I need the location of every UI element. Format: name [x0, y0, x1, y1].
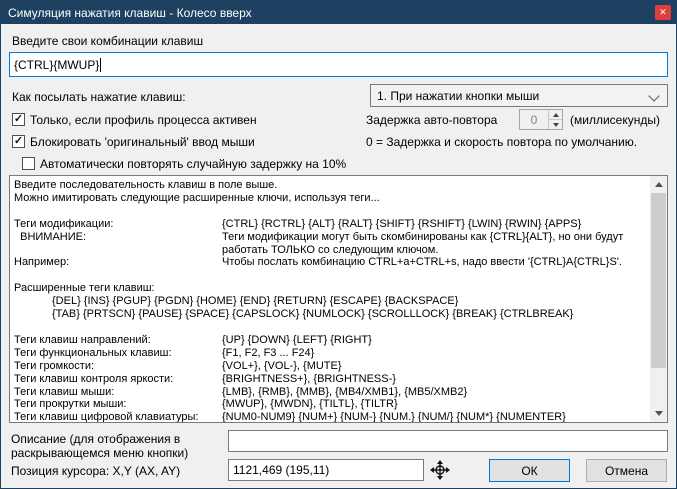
cursor-position-input[interactable]: 1121,469 (195,11) — [228, 459, 424, 481]
help-line: Можно имитировать следующие расширенные … — [14, 191, 380, 204]
spin-down-button[interactable] — [549, 119, 562, 129]
help-line: Теги клавиш направлений: {UP} {DOWN} {LEF… — [14, 333, 372, 346]
checkmark-icon: ✓ — [13, 113, 24, 125]
help-line: Теги прокрутки мыши: {MWUP}, {MWDN}, {TIL… — [14, 398, 398, 411]
random-delay-checkbox[interactable] — [22, 157, 35, 170]
dialog-window: Симуляция нажатия клавиш - Колесо вверх … — [0, 0, 677, 489]
help-text-area: Введите последовательность клавиш в поле… — [9, 175, 668, 423]
block-input-checkbox[interactable]: ✓ — [12, 135, 25, 148]
help-line — [14, 321, 646, 334]
spin-down-icon — [552, 122, 559, 127]
spin-up-icon — [552, 112, 559, 117]
help-line: Введите последовательность клавиш в поле… — [14, 179, 278, 191]
window-title: Симуляция нажатия клавиш - Колесо вверх — [8, 5, 252, 20]
help-line — [14, 269, 646, 282]
help-line: Теги громкости: {VOL+}, {VOL-}, {MUTE} — [14, 359, 342, 372]
send-mode-label: Как посылать нажатие клавиш: — [12, 90, 186, 104]
help-line: {DEL} {INS} {PGUP} {PGDN} {HOME} {END} {… — [52, 295, 459, 308]
scroll-up-icon — [654, 182, 663, 187]
cancel-button[interactable]: Отмена — [586, 459, 667, 482]
send-mode-select[interactable]: 1. При нажатии кнопки мыши — [370, 84, 668, 107]
chevron-down-icon — [648, 90, 660, 102]
close-icon: ✕ — [659, 7, 667, 17]
scroll-down-icon — [654, 411, 663, 416]
help-line: Теги модификации: {CTRL} {RCTRL} {ALT} {R… — [14, 217, 582, 230]
delay-spinner: 0 — [519, 109, 563, 130]
delay-hint-label: 0 = Задержка и скорость повтора по умолч… — [366, 135, 638, 149]
help-line: Теги клавиш цифровой клавиатуры: {NUM0-NU… — [14, 411, 566, 423]
scroll-up-button[interactable] — [650, 176, 667, 193]
help-line — [14, 205, 646, 218]
random-delay-label[interactable]: Автоматически повторять случайную задерж… — [40, 157, 346, 171]
scroll-down-button[interactable] — [650, 405, 667, 422]
profile-active-checkbox[interactable]: ✓ — [12, 113, 25, 126]
close-button[interactable]: ✕ — [655, 5, 671, 20]
vertical-scrollbar[interactable] — [650, 176, 667, 422]
description-label-line1: Описание (для отображения в — [11, 432, 181, 446]
crosshair-icon[interactable] — [430, 460, 450, 480]
help-line: Расширенные теги клавиш: — [14, 282, 155, 295]
help-line: Например: Чтобы послать комбинацию CTRL+a… — [14, 256, 622, 269]
delay-value: 0 — [530, 112, 538, 127]
checkmark-icon: ✓ — [13, 135, 24, 147]
cursor-position-label: Позиция курсора: X,Y (AX, AY) — [11, 464, 181, 478]
spin-buttons — [548, 110, 562, 129]
description-label-line2: раскрывающемся меню кнопки) — [11, 446, 189, 460]
description-input[interactable] — [228, 430, 668, 452]
delay-units-label: (миллисекунды) — [570, 113, 660, 127]
scrollbar-thumb[interactable] — [651, 193, 666, 368]
spin-up-button[interactable] — [549, 110, 562, 119]
block-input-label[interactable]: Блокировать 'оригинальный' ввод мыши — [30, 135, 255, 149]
help-line: Теги функциональных клавиш: {F1, F2, F3 .… — [14, 346, 315, 359]
send-mode-value: 1. При нажатии кнопки мыши — [377, 88, 540, 103]
keys-input[interactable]: {CTRL}{MWUP} — [9, 52, 668, 77]
profile-active-label[interactable]: Только, если профиль процесса активен — [30, 113, 257, 127]
keys-input-value: {CTRL}{MWUP} — [14, 57, 100, 72]
help-line: Теги клавиш мыши: {LMB}, {RMB}, {MMB}, {M… — [14, 385, 468, 398]
delay-label: Задержка авто-повтора — [366, 113, 498, 127]
help-line: Теги клавиш контроля яркости: {BRIGHTNESS… — [14, 372, 396, 385]
help-line: работать ТОЛЬКО со следующим ключом. — [222, 243, 439, 256]
help-line: {TAB} {PRTSCN} {PAUSE} {SPACE} {CAPSLOCK… — [52, 308, 574, 321]
ok-button[interactable]: ОК — [489, 459, 570, 482]
cursor-position-value: 1121,469 (195,11) — [233, 463, 330, 477]
keys-input-label: Введите свои комбинации клавиш — [12, 34, 204, 48]
titlebar[interactable]: Симуляция нажатия клавиш - Колесо вверх … — [1, 1, 676, 24]
help-content: Введите последовательность клавиш в поле… — [14, 179, 646, 423]
text-caret — [100, 57, 102, 72]
help-line: ВНИМАНИЕ: Теги модификации могут быть ско… — [14, 230, 624, 243]
